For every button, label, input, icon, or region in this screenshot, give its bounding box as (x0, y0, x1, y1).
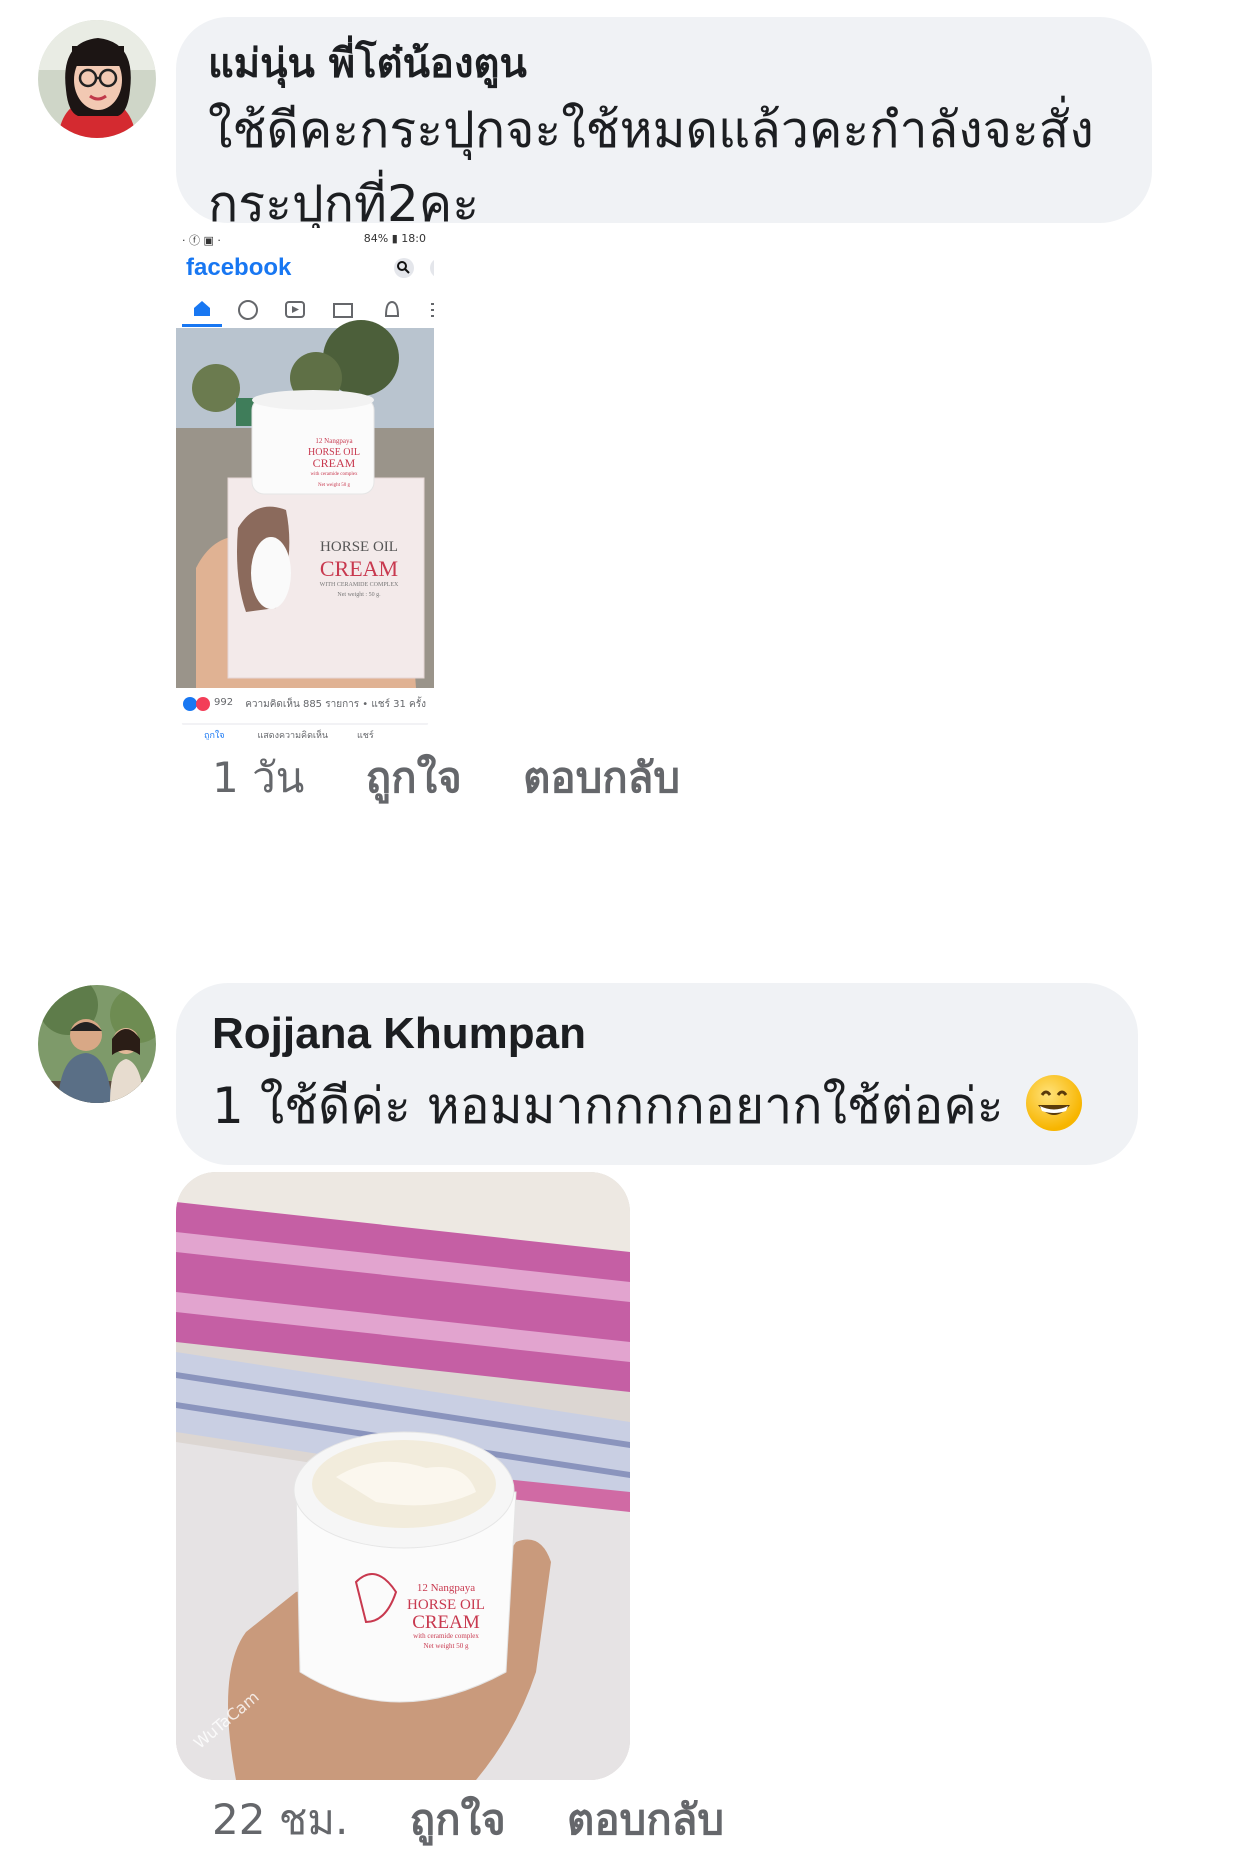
like-button[interactable]: ถูกใจ (410, 1795, 506, 1844)
like-reaction-icon (183, 697, 197, 711)
avatar[interactable] (38, 985, 156, 1103)
post-like-label: ถูกใจ (204, 731, 225, 740)
box-sub: WITH CERAMIDE COMPLEX (319, 582, 399, 588)
jar-brand: 12 Nangpaya (315, 437, 353, 445)
comment-author[interactable]: แม่นุ่น พี่โต๋น้องตูน (208, 39, 1120, 89)
comment-actions: 22 ชม. ถูกใจ ตอบกลับ (212, 1787, 772, 1853)
attached-photo[interactable]: 12 Nangpaya HORSE OIL CREAM with ceramid… (176, 1172, 630, 1780)
jar-brand: 12 Nangpaya (416, 1582, 476, 1594)
jar-line2: CREAM (312, 456, 356, 470)
post-actions: ถูกใจ แสดงความคิดเห็น แชร์ (204, 728, 374, 740)
jar-sub: with ceramide complex (413, 1632, 479, 1640)
grinning-face-icon (1025, 1075, 1082, 1131)
post-comment-label: แสดงความคิดเห็น (257, 731, 329, 740)
box-line2: CREAM (319, 556, 399, 581)
avatar-photo (38, 985, 156, 1103)
comment-bubble[interactable]: Rojjana Khumpan 1 ใช้ดีค่ะ หอมมากกกกอยาก… (176, 983, 1138, 1165)
comment-text: ใช้ดีคะกระปุกจะใช้หมดแล้วคะกำลังจะสั่งกร… (208, 101, 1094, 233)
jar-label: 12 Nangpaya HORSE OIL CREAM with ceramid… (386, 1580, 506, 1651)
search-icon (394, 258, 414, 278)
love-reaction-icon (196, 697, 210, 711)
box-line1: HORSE OIL (320, 539, 398, 555)
comment-author[interactable]: Rojjana Khumpan (212, 1009, 1106, 1059)
comment-actions: 1 วัน ถูกใจ ตอบกลับ (212, 745, 728, 811)
status-right: 84% ▮ 18:0 (363, 232, 426, 245)
comment-text: 1 ใช้ดีค่ะ หอมมากกกกอยากใช้ต่อค่ะ (212, 1069, 1106, 1143)
post-share-label: แชร์ (356, 731, 374, 740)
jar-weight: Net weight 50 g (317, 483, 351, 488)
comment-text-body: 1 ใช้ดีค่ะ หอมมากกกกอยากใช้ต่อค่ะ (212, 1077, 1004, 1135)
comment-time: 22 ชม. (212, 1795, 349, 1844)
status-left: · ⓕ ▣ · (182, 234, 221, 247)
box-weight: Net weight : 50 g. (337, 592, 381, 598)
avatar-photo (38, 20, 156, 138)
comment-time: 1 วัน (212, 753, 305, 802)
avatar[interactable] (38, 20, 156, 138)
jar-sub: with ceramide complex (310, 472, 358, 477)
jar-label: 12 Nangpaya HORSE OIL CREAM with ceramid… (294, 436, 374, 491)
reply-button[interactable]: ตอบกลับ (567, 1795, 724, 1844)
comment-share-summary: ความคิดเห็น 885 รายการ • แชร์ 31 ครั้ง (245, 699, 426, 710)
reaction-count: 992 (214, 697, 234, 708)
jar-weight: Net weight 50 g (423, 1642, 469, 1650)
comment-bubble[interactable]: แม่นุ่น พี่โต๋น้องตูน ใช้ดีคะกระปุกจะใช้… (176, 17, 1152, 233)
jar-line2: CREAM (412, 1612, 480, 1633)
photo-image (176, 1172, 630, 1780)
like-button[interactable]: ถูกใจ (366, 753, 462, 802)
facebook-logo: facebook (186, 254, 292, 281)
reply-button[interactable]: ตอบกลับ (523, 753, 680, 802)
attached-screenshot[interactable]: · ⓕ ▣ · 84% ▮ 18:0 facebook 2 12 Nangpay… (176, 228, 434, 740)
box-label: HORSE OIL CREAM WITH CERAMIDE COMPLEX Ne… (304, 536, 414, 600)
